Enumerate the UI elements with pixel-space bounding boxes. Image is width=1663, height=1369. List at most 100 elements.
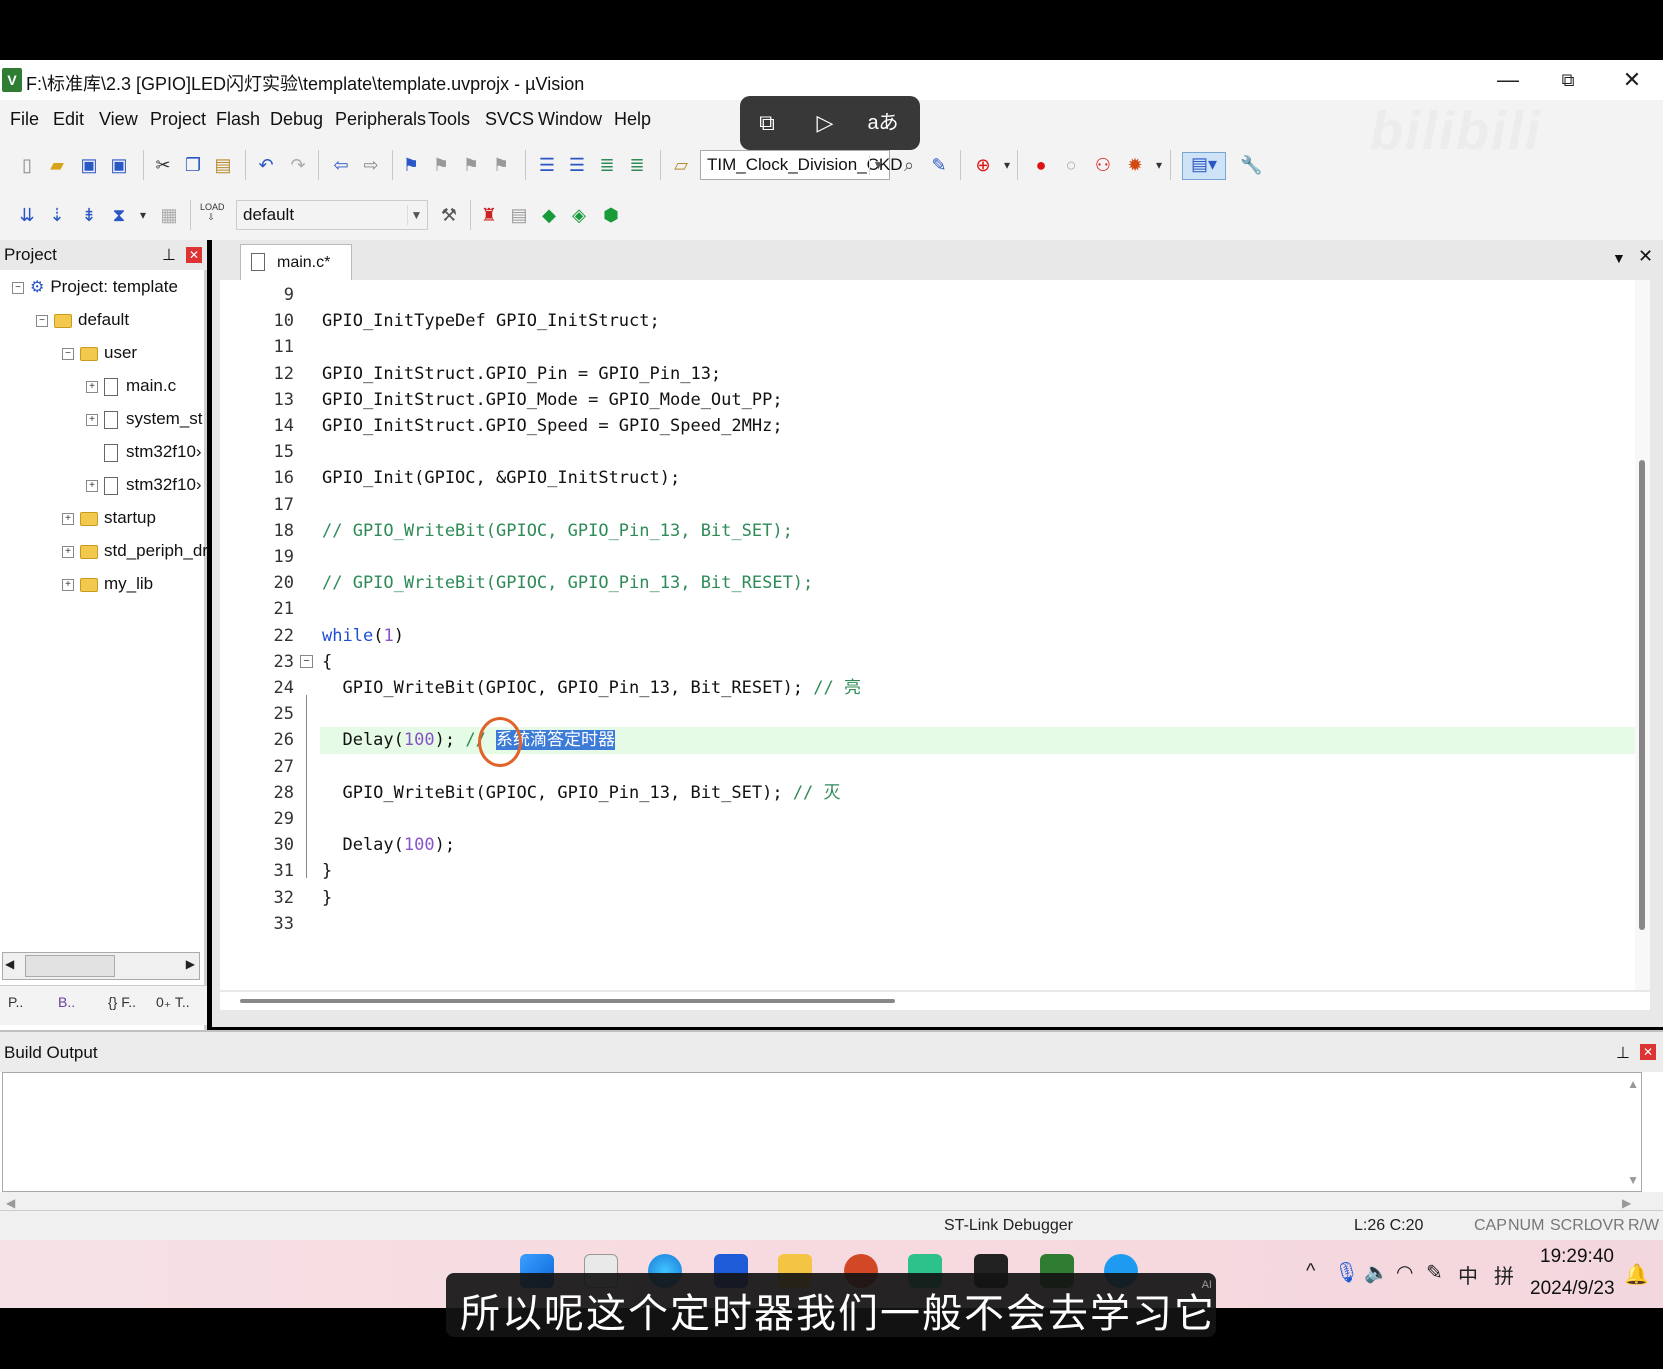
code-line[interactable]: GPIO_WriteBit(GPIOC, GPIO_Pin_13, Bit_SE… (322, 780, 840, 807)
ai-play-icon[interactable]: ▷ (808, 108, 842, 138)
find-in-files-icon[interactable]: ▱ (670, 154, 692, 176)
scroll-left-icon[interactable]: ◀ (5, 957, 14, 971)
uncomment-icon[interactable]: ≣ (626, 154, 648, 176)
pack-installer-icon[interactable]: ◆ (538, 204, 560, 226)
minimize-button[interactable]: — (1488, 66, 1528, 94)
translate-file-icon[interactable]: ⇊ (16, 204, 38, 226)
chevron-down-icon[interactable]: ▾ (1148, 154, 1170, 176)
tab-templates[interactable]: 0₊ T.. (156, 994, 190, 1011)
find-combo[interactable]: TIM_Clock_Division_CKD ▼ (700, 150, 903, 180)
paste-icon[interactable]: ▤ (212, 154, 234, 176)
maximize-button[interactable]: ⧉ (1548, 66, 1588, 94)
scroll-up-icon[interactable]: ▲ (1627, 1077, 1639, 1091)
stop-build-icon[interactable]: ▦ (158, 204, 180, 226)
copy-icon[interactable]: ❐ (182, 154, 204, 176)
undo-icon[interactable]: ↶ (255, 154, 277, 176)
tree-item[interactable]: + main.c (86, 373, 176, 399)
build-output-text[interactable]: ▲ ▼ (2, 1072, 1642, 1192)
redo-icon[interactable]: ↷ (287, 154, 309, 176)
tree-item[interactable]: − ⚙ Project: template (12, 274, 178, 300)
code-line[interactable]: GPIO_InitStruct.GPIO_Pin = GPIO_Pin_13; (322, 361, 721, 388)
menu-view[interactable]: View (99, 109, 138, 130)
translate-icon[interactable]: aあ (866, 108, 900, 138)
notification-bell-icon[interactable]: 🔔 (1624, 1262, 1649, 1287)
code-line[interactable]: GPIO_InitStruct.GPIO_Mode = GPIO_Mode_Ou… (322, 387, 783, 414)
menu-svcs[interactable]: SVCS (485, 109, 534, 130)
select-packs-icon[interactable]: ▤ (508, 204, 530, 226)
wifi-icon[interactable]: ◠ (1396, 1260, 1413, 1285)
clock-time[interactable]: 19:29:40 (1540, 1246, 1614, 1268)
menu-edit[interactable]: Edit (53, 109, 84, 130)
download-load-icon[interactable]: LOAD ⇩ (200, 202, 225, 224)
scroll-down-icon[interactable]: ▼ (1627, 1173, 1639, 1187)
bookmark-clear-icon[interactable]: ⚑ (490, 154, 512, 176)
bookmark-next-icon[interactable]: ⚑ (460, 154, 482, 176)
expand-icon[interactable]: + (86, 479, 98, 492)
menu-peripherals[interactable]: Peripherals (335, 109, 426, 130)
bookmark-toggle-icon[interactable]: ⚑ (400, 154, 422, 176)
expand-icon[interactable]: + (86, 413, 98, 426)
target-options-icon[interactable]: ⚒ (438, 204, 460, 226)
tree-item[interactable]: + stm32f10› (86, 472, 202, 498)
close-button[interactable]: ✕ (1612, 66, 1652, 94)
code-line[interactable]: GPIO_InitStruct.GPIO_Speed = GPIO_Speed_… (322, 413, 783, 440)
menu-file[interactable]: File (10, 109, 39, 130)
close-editor-icon[interactable]: ✕ (1638, 246, 1653, 267)
fold-collapse-icon[interactable]: − (300, 654, 313, 668)
tree-item[interactable]: stm32f10› (86, 439, 202, 465)
code-editor[interactable]: 9 10 11 12 13 14 15 16 17 18 19 20 21 22 23 24 25 26 27 28 2… (220, 280, 1650, 990)
ime-pinyin-indicator[interactable]: 拼 (1494, 1260, 1514, 1289)
chevron-down-icon[interactable]: ▾ (996, 154, 1018, 176)
tray-overflow-icon[interactable]: ^ (1306, 1260, 1315, 1283)
code-line[interactable]: GPIO_Init(GPIOC, &GPIO_InitStruct); (322, 465, 680, 492)
manage-project-items-icon[interactable]: ♜ (478, 204, 500, 226)
bookmark-prev-icon[interactable]: ⚑ (430, 154, 452, 176)
expand-icon[interactable]: + (62, 578, 74, 591)
pen-icon[interactable]: ✎ (1426, 1260, 1443, 1285)
menu-tools[interactable]: Tools (428, 109, 470, 130)
collapse-icon[interactable]: − (36, 314, 48, 327)
save-all-icon[interactable]: ▣ (108, 154, 130, 176)
expand-icon[interactable]: + (62, 512, 74, 525)
expand-icon[interactable]: + (86, 380, 98, 393)
tree-item[interactable]: + std_periph_dr (62, 538, 208, 564)
editor-horizontal-scrollbar[interactable] (220, 992, 1650, 1010)
ime-language-indicator[interactable]: 中 (1458, 1260, 1478, 1289)
tab-list-dropdown-icon[interactable]: ▼ (1612, 250, 1626, 266)
tab-project[interactable]: P.. (8, 994, 23, 1010)
tree-item[interactable]: − default (36, 307, 129, 333)
menu-project[interactable]: Project (150, 109, 206, 130)
scroll-thumb[interactable] (1639, 460, 1645, 930)
code-line[interactable]: Delay(100); // 系统滴答定时器 (322, 727, 616, 754)
code-line[interactable]: { (322, 649, 332, 676)
editor-vertical-scrollbar[interactable] (1635, 280, 1650, 990)
project-horizontal-scrollbar[interactable]: ◀ ▶ (2, 952, 200, 980)
code-line[interactable]: Delay(100); (322, 832, 455, 859)
chevron-down-icon[interactable]: ▼ (869, 155, 887, 175)
code-line[interactable]: // GPIO_WriteBit(GPIOC, GPIO_Pin_13, Bit… (322, 570, 813, 597)
breakpoint-disable-icon[interactable]: ○ (1060, 154, 1082, 176)
save-icon[interactable]: ▣ (78, 154, 100, 176)
new-file-icon[interactable]: ▯ (16, 154, 38, 176)
code-line[interactable]: GPIO_InitTypeDef GPIO_InitStruct; (322, 308, 660, 335)
comment-icon[interactable]: ≣ (596, 154, 618, 176)
tab-books[interactable]: B.. (58, 994, 75, 1010)
debug-start-icon[interactable]: ⊕ (972, 154, 994, 176)
scroll-right-icon[interactable]: ▶ (1622, 1196, 1631, 1210)
menu-window[interactable]: Window (538, 109, 602, 130)
indent-icon[interactable]: ☰ (536, 154, 558, 176)
collapse-icon[interactable]: − (62, 347, 74, 360)
navigate-forward-icon[interactable]: ⇨ (360, 154, 382, 176)
open-folder-icon[interactable]: ▰ (46, 154, 68, 176)
close-icon[interactable]: ✕ (1640, 1044, 1656, 1060)
configure-wrench-icon[interactable]: 🔧 (1240, 154, 1262, 176)
breakpoint-kill-all-icon[interactable]: ✹ (1124, 154, 1146, 176)
tree-item[interactable]: − user (62, 340, 137, 366)
code-line[interactable]: while(1) (322, 623, 404, 650)
scroll-thumb[interactable] (240, 999, 895, 1003)
code-line[interactable]: } (322, 885, 332, 912)
tree-item[interactable]: + startup (62, 505, 156, 531)
manage-runtime-icon[interactable]: ◈ (568, 204, 590, 226)
close-icon[interactable]: ✕ (186, 247, 202, 263)
chevron-down-icon[interactable]: ▼ (407, 205, 425, 225)
